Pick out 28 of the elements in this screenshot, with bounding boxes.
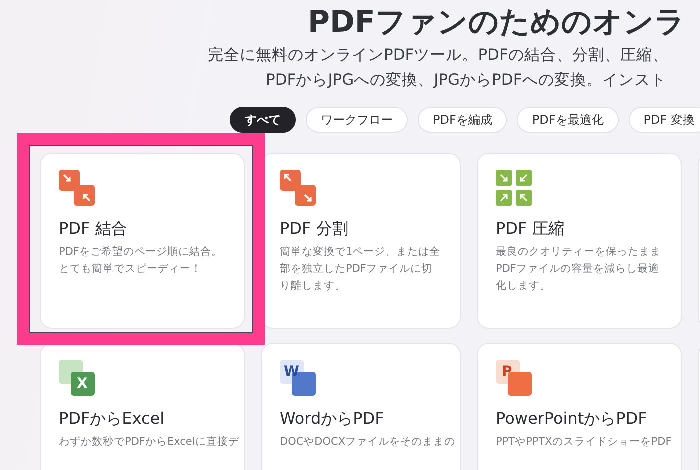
tool-description: PPTやPPTXのスライドショーをPDF <box>496 435 673 450</box>
tool-description: DOCやDOCXファイルをそのままの <box>280 435 457 450</box>
compress-icon <box>496 170 532 206</box>
tool-description: PDFをご希望のページ順に結合。とても簡単でスピーディー！ <box>59 245 224 277</box>
filter-tab[interactable]: すべて <box>230 107 296 133</box>
tool-title: PDF 圧縮 <box>496 218 566 240</box>
filter-tab[interactable]: PDF 変換 <box>628 107 700 133</box>
tool-description: 簡単な変換で1ページ、または全部を独立したPDFファイルに切り離します。 <box>280 245 442 294</box>
tool-title: PDFからExcel <box>59 408 166 430</box>
tool-title: WordからPDF <box>280 408 386 430</box>
split-icon <box>280 170 316 206</box>
filter-tab[interactable]: PDFを最適化 <box>517 107 619 133</box>
tool-title: PDF 分割 <box>280 218 350 240</box>
subtitle-line: PDFからJPGへの変換、JPGからPDFへの変換。インスト <box>265 70 668 91</box>
filter-tab[interactable]: ワークフロー <box>306 107 408 133</box>
tool-description: 最良のクオリティーを保ったままPDFファイルの容量を減らし最適化します。 <box>496 245 662 294</box>
tool-description: わずか数秒でPDFからExcelに直接デ <box>59 435 240 450</box>
page-title: PDFファンのためのオンラ <box>307 4 686 42</box>
merge-icon <box>59 170 95 206</box>
tool-card[interactable]: X PDFからExcel わずか数秒でPDFからExcelに直接デ <box>40 343 245 470</box>
tool-title: PDF 結合 <box>59 218 128 240</box>
filter-tab[interactable]: PDFを編成 <box>418 107 508 133</box>
tool-title: PowerPointからPDF <box>496 408 648 430</box>
tool-card[interactable]: P PowerPointからPDF PPTやPPTXのスライドショーをPDF <box>477 343 682 470</box>
tool-card[interactable]: PDF 結合 PDFをご希望のページ順に結合。とても簡単でスピーディー！ <box>40 153 245 329</box>
tool-card[interactable]: PDF 圧縮 最良のクオリティーを保ったままPDFファイルの容量を減らし最適化します。 <box>477 153 682 329</box>
subtitle-line: 完全に無料のオンラインPDFツール。PDFの結合、分割、圧縮、 <box>207 45 670 66</box>
tool-card[interactable]: W WordからPDF DOCやDOCXファイルをそのままの <box>261 343 461 470</box>
